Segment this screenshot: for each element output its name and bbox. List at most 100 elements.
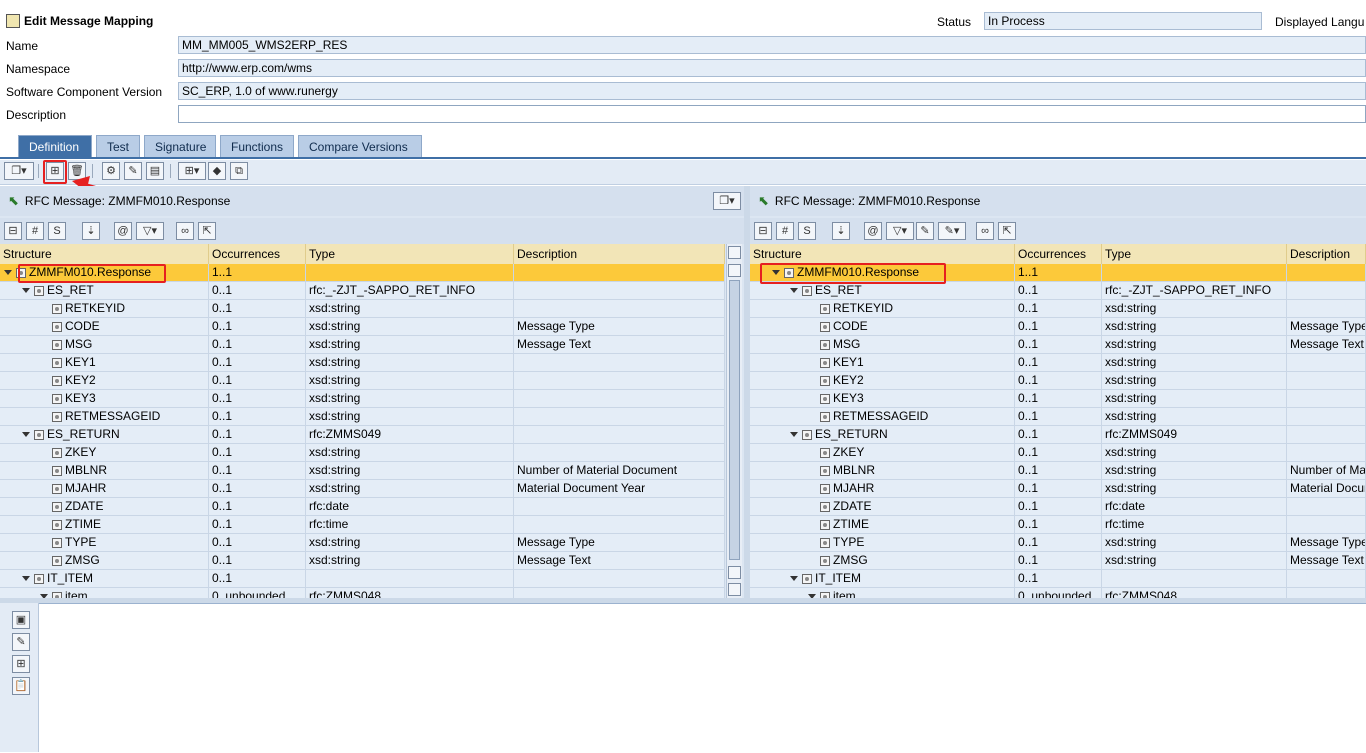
filter-down-icon[interactable]: ⇣ bbox=[82, 222, 100, 240]
tree-row[interactable]: ZMSG 0..1 xsd:string Message Text bbox=[0, 552, 725, 570]
expand-toggle-icon[interactable] bbox=[790, 576, 798, 582]
export-icon[interactable]: ⇱ bbox=[998, 222, 1016, 240]
filter-menu-icon[interactable]: ▽▾ bbox=[136, 222, 164, 240]
source-vertical-scrollbar[interactable] bbox=[726, 244, 742, 598]
src-icon[interactable]: S bbox=[798, 222, 816, 240]
copy-icon[interactable]: ⧉ bbox=[230, 162, 248, 180]
tree-row[interactable]: RETMESSAGEID 0..1 xsd:string bbox=[0, 408, 725, 426]
tree-row[interactable]: MJAHR 0..1xsd:stringMaterial Document Yea… bbox=[750, 480, 1366, 498]
tree-row[interactable]: CODE 0..1 xsd:string Message Type bbox=[0, 318, 725, 336]
doc-icon[interactable]: ✎ bbox=[916, 222, 934, 240]
tree-row[interactable]: KEY1 0..1 xsd:string bbox=[0, 354, 725, 372]
binoculars-icon[interactable]: ∞ bbox=[976, 222, 994, 240]
tree-row[interactable]: IT_ITEM 0..1 bbox=[0, 570, 725, 588]
expand-toggle-icon[interactable] bbox=[22, 432, 30, 438]
tree-row[interactable]: ZTIME 0..1 rfc:time bbox=[0, 516, 725, 534]
tree-row[interactable]: item 0..unbounded rfc:ZMMS048 bbox=[750, 588, 1366, 598]
col-type[interactable]: Type bbox=[306, 244, 514, 264]
col-occurrences[interactable]: Occurrences bbox=[1015, 244, 1102, 264]
attribute-icon[interactable]: @ bbox=[114, 222, 132, 240]
type-cell: xsd:string bbox=[1102, 372, 1287, 389]
scroll-up-icon[interactable] bbox=[728, 246, 741, 259]
filter-menu-icon[interactable]: ▽▾ bbox=[886, 222, 914, 240]
scroll-down-icon[interactable] bbox=[728, 264, 741, 277]
col-structure[interactable]: Structure bbox=[0, 244, 209, 264]
tree-row[interactable]: IT_ITEM 0..1 bbox=[750, 570, 1366, 588]
tree-row[interactable]: MSG 0..1 xsd:string Message Text bbox=[750, 336, 1366, 354]
col-description[interactable]: Description bbox=[1287, 244, 1366, 264]
description-cell bbox=[514, 516, 725, 533]
export-icon[interactable]: ⇱ bbox=[198, 222, 216, 240]
tree-row[interactable]: MBLNR 0..1xsd:stringNumber of Material Do… bbox=[0, 462, 725, 480]
diamond-icon[interactable]: ◆ bbox=[208, 162, 226, 180]
binoculars-icon[interactable]: ∞ bbox=[176, 222, 194, 240]
graph-icon[interactable]: ⊞ bbox=[12, 655, 30, 673]
tree-row[interactable]: item 0..unbounded rfc:ZMMS048 bbox=[0, 588, 725, 598]
tree-row[interactable]: ZDATE 0..1 rfc:date bbox=[750, 498, 1366, 516]
tree-row[interactable]: RETKEYID 0..1 xsd:string bbox=[0, 300, 725, 318]
grid-icon[interactable]: # bbox=[776, 222, 794, 240]
expand-toggle-icon[interactable] bbox=[790, 432, 798, 438]
type-cell: xsd:string bbox=[1102, 354, 1287, 371]
tree-row[interactable]: ES_RET 0..1 rfc:_-ZJT_-SAPPO_RET_INFO bbox=[750, 282, 1366, 300]
tree-row[interactable]: MSG 0..1 xsd:string Message Text bbox=[0, 336, 725, 354]
doc-menu-icon[interactable]: ✎▾ bbox=[938, 222, 966, 240]
mapping-editor-area[interactable] bbox=[0, 603, 1366, 753]
scroll-down-icon[interactable] bbox=[728, 583, 741, 596]
grid-icon[interactable]: # bbox=[26, 222, 44, 240]
tree-row[interactable]: TYPE 0..1 xsd:string Message Type bbox=[750, 534, 1366, 552]
element-node-icon bbox=[52, 321, 62, 332]
col-type[interactable]: Type bbox=[1102, 244, 1287, 264]
tree-row[interactable]: RETKEYID 0..1 xsd:string bbox=[750, 300, 1366, 318]
tab-definition[interactable]: Definition bbox=[18, 135, 92, 157]
tree-row[interactable]: KEY3 0..1 xsd:string bbox=[750, 390, 1366, 408]
name-field[interactable]: MM_MM005_WMS2ERP_RES bbox=[178, 36, 1366, 54]
tree-icon[interactable]: ⊟ bbox=[4, 222, 22, 240]
expand-toggle-icon[interactable] bbox=[790, 288, 798, 294]
src-icon[interactable]: S bbox=[48, 222, 66, 240]
tree-row[interactable]: KEY2 0..1 xsd:string bbox=[750, 372, 1366, 390]
description-cell: Message Text bbox=[514, 552, 725, 569]
tree-row[interactable]: MBLNR 0..1xsd:stringNumber of Material Do… bbox=[750, 462, 1366, 480]
tree-row[interactable]: MJAHR 0..1xsd:stringMaterial Document Yea… bbox=[0, 480, 725, 498]
clipboard-icon[interactable]: 📋 bbox=[12, 677, 30, 695]
attribute-icon[interactable]: @ bbox=[864, 222, 882, 240]
tab-compare-versions[interactable]: Compare Versions bbox=[298, 135, 422, 157]
window-menu-icon[interactable]: ❐▾ bbox=[4, 162, 34, 180]
scroll-thumb[interactable] bbox=[729, 280, 740, 560]
filter-down-icon[interactable]: ⇣ bbox=[832, 222, 850, 240]
pencil-icon[interactable]: ✎ bbox=[12, 633, 30, 651]
tree-row[interactable]: KEY2 0..1 xsd:string bbox=[0, 372, 725, 390]
tab-test[interactable]: Test bbox=[96, 135, 140, 157]
tree-icon[interactable]: ⊟ bbox=[754, 222, 772, 240]
tree-row[interactable]: ZKEY 0..1 xsd:string bbox=[750, 444, 1366, 462]
panel-menu-icon[interactable]: ❐▾ bbox=[713, 192, 741, 210]
tree-row[interactable]: ES_RETURN 0..1 rfc:ZMMS049 bbox=[750, 426, 1366, 444]
tree-menu-icon[interactable]: ⊞▾ bbox=[178, 162, 206, 180]
expand-toggle-icon[interactable] bbox=[22, 576, 30, 582]
tree-row[interactable]: CODE 0..1 xsd:string Message Type bbox=[750, 318, 1366, 336]
tab-functions[interactable]: Functions bbox=[220, 135, 294, 157]
expand-toggle-icon[interactable] bbox=[4, 270, 12, 276]
tree-row[interactable]: TYPE 0..1 xsd:string Message Type bbox=[0, 534, 725, 552]
col-description[interactable]: Description bbox=[514, 244, 725, 264]
description-field[interactable] bbox=[178, 105, 1366, 123]
col-structure[interactable]: Structure bbox=[750, 244, 1015, 264]
occurrences-cell: 0..1 bbox=[209, 552, 306, 569]
tree-row[interactable]: ZKEY 0..1 xsd:string bbox=[0, 444, 725, 462]
tree-row[interactable]: ZDATE 0..1 rfc:date bbox=[0, 498, 725, 516]
tree-row[interactable]: ES_RETURN 0..1 rfc:ZMMS049 bbox=[0, 426, 725, 444]
scroll-up-icon[interactable] bbox=[728, 566, 741, 579]
col-occurrences[interactable]: Occurrences bbox=[209, 244, 306, 264]
tab-signature[interactable]: Signature bbox=[144, 135, 216, 157]
tree-row[interactable]: ZMSG 0..1 xsd:string Message Text bbox=[750, 552, 1366, 570]
new-function-icon[interactable]: ▣ bbox=[12, 611, 30, 629]
tree-row[interactable]: ES_RET 0..1 rfc:_-ZJT_-SAPPO_RET_INFO bbox=[0, 282, 725, 300]
expand-toggle-icon[interactable] bbox=[22, 288, 30, 294]
namespace-field[interactable]: http://www.erp.com/wms bbox=[178, 59, 1366, 77]
tree-row[interactable]: RETMESSAGEID 0..1 xsd:string bbox=[750, 408, 1366, 426]
tree-row[interactable]: KEY3 0..1 xsd:string bbox=[0, 390, 725, 408]
tree-row[interactable]: KEY1 0..1 xsd:string bbox=[750, 354, 1366, 372]
swcv-field[interactable]: SC_ERP, 1.0 of www.runergy bbox=[178, 82, 1366, 100]
tree-row[interactable]: ZTIME 0..1 rfc:time bbox=[750, 516, 1366, 534]
